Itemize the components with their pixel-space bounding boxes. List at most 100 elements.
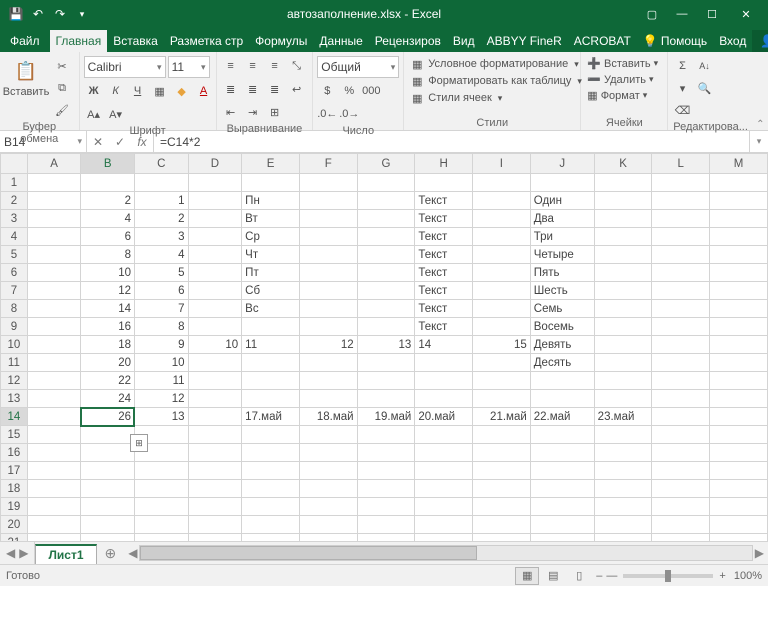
view-page-break-icon[interactable]: ▯: [567, 567, 591, 585]
cell[interactable]: [242, 498, 300, 516]
cell[interactable]: [357, 480, 415, 498]
cell[interactable]: Десять: [530, 354, 594, 372]
cell[interactable]: [134, 516, 188, 534]
cell[interactable]: 13: [357, 336, 415, 354]
row-header[interactable]: 4: [1, 228, 28, 246]
cell[interactable]: [710, 174, 768, 192]
cell[interactable]: [27, 264, 81, 282]
cell[interactable]: [710, 282, 768, 300]
autofill-options-icon[interactable]: ⊞: [130, 434, 148, 452]
cell[interactable]: 9: [134, 336, 188, 354]
cell[interactable]: [27, 390, 81, 408]
cell[interactable]: [81, 444, 135, 462]
cell[interactable]: 10: [134, 354, 188, 372]
cell[interactable]: [652, 372, 710, 390]
cell[interactable]: [357, 300, 415, 318]
cell[interactable]: [594, 444, 652, 462]
cell[interactable]: [473, 444, 531, 462]
cell[interactable]: 10: [188, 336, 242, 354]
cell[interactable]: [415, 534, 473, 542]
cell[interactable]: [530, 462, 594, 480]
font-color-button[interactable]: A: [194, 81, 214, 101]
sheet-prev-icon[interactable]: ◀: [6, 546, 15, 560]
cell[interactable]: Два: [530, 210, 594, 228]
cell[interactable]: [242, 354, 300, 372]
cell[interactable]: 2: [81, 192, 135, 210]
cell[interactable]: [415, 174, 473, 192]
font-name-combo[interactable]: Calibri▾: [84, 56, 166, 78]
cell[interactable]: [242, 480, 300, 498]
row-header[interactable]: 3: [1, 210, 28, 228]
cell[interactable]: [188, 462, 242, 480]
cell[interactable]: [530, 372, 594, 390]
copy-icon[interactable]: ⧉: [52, 78, 72, 98]
view-page-layout-icon[interactable]: ▤: [541, 567, 565, 585]
cell[interactable]: [299, 498, 357, 516]
cell[interactable]: [594, 246, 652, 264]
wrap-text-icon[interactable]: ↩: [287, 79, 307, 99]
cell[interactable]: [134, 462, 188, 480]
cell[interactable]: [652, 174, 710, 192]
cell[interactable]: [299, 354, 357, 372]
currency-icon[interactable]: $: [317, 81, 337, 101]
cell[interactable]: Текст: [415, 210, 473, 228]
cell[interactable]: [652, 210, 710, 228]
column-header[interactable]: K: [594, 154, 652, 174]
cell[interactable]: [299, 444, 357, 462]
cell[interactable]: [188, 390, 242, 408]
cell[interactable]: [27, 354, 81, 372]
ribbon-options-icon[interactable]: ▢: [638, 3, 666, 25]
indent-decrease-icon[interactable]: ⇤: [221, 102, 241, 122]
cell[interactable]: [594, 318, 652, 336]
cell[interactable]: 15: [473, 336, 531, 354]
cell[interactable]: 22: [81, 372, 135, 390]
cell[interactable]: [415, 390, 473, 408]
cell[interactable]: [299, 390, 357, 408]
column-header[interactable]: B: [81, 154, 135, 174]
cell[interactable]: [594, 282, 652, 300]
decimal-decrease-icon[interactable]: .0→: [339, 104, 359, 124]
cell[interactable]: [652, 462, 710, 480]
insert-cells-button[interactable]: ➕Вставить▾: [585, 56, 660, 71]
cell[interactable]: [473, 264, 531, 282]
cell[interactable]: 20.май: [415, 408, 473, 426]
cell[interactable]: [357, 516, 415, 534]
cell[interactable]: [473, 498, 531, 516]
cell[interactable]: [27, 318, 81, 336]
cell[interactable]: [27, 480, 81, 498]
format-painter-icon[interactable]: 🖌: [52, 100, 72, 120]
cell[interactable]: [594, 354, 652, 372]
cell[interactable]: [27, 408, 81, 426]
cell[interactable]: [473, 318, 531, 336]
cell[interactable]: [415, 444, 473, 462]
comma-icon[interactable]: 000: [361, 81, 381, 101]
cell[interactable]: 5: [134, 264, 188, 282]
cell[interactable]: [299, 228, 357, 246]
row-header[interactable]: 18: [1, 480, 28, 498]
cell[interactable]: Сб: [242, 282, 300, 300]
redo-icon[interactable]: ↷: [52, 6, 68, 22]
cell[interactable]: [188, 228, 242, 246]
scroll-left-icon[interactable]: ◀: [128, 546, 137, 560]
cell[interactable]: [357, 444, 415, 462]
cell[interactable]: 14: [415, 336, 473, 354]
cell[interactable]: [27, 174, 81, 192]
cell[interactable]: Вс: [242, 300, 300, 318]
cell[interactable]: [299, 534, 357, 542]
cell[interactable]: 12: [299, 336, 357, 354]
align-middle-icon[interactable]: ≡: [243, 56, 263, 76]
cell[interactable]: 12: [81, 282, 135, 300]
cell[interactable]: [652, 300, 710, 318]
cell[interactable]: [357, 282, 415, 300]
format-table-button[interactable]: ▦Форматировать как таблицу▾: [408, 73, 584, 89]
tab-file[interactable]: Файл: [0, 30, 50, 52]
cell[interactable]: [530, 444, 594, 462]
undo-icon[interactable]: ↶: [30, 6, 46, 22]
cell[interactable]: [299, 174, 357, 192]
worksheet-grid[interactable]: ABCDEFGHIJKLM1221ПнТекстОдин342ВтТекстДв…: [0, 153, 768, 541]
cell[interactable]: [357, 318, 415, 336]
cell[interactable]: Три: [530, 228, 594, 246]
row-header[interactable]: 10: [1, 336, 28, 354]
collapse-ribbon-icon[interactable]: ⌃: [753, 52, 768, 130]
cell[interactable]: Семь: [530, 300, 594, 318]
